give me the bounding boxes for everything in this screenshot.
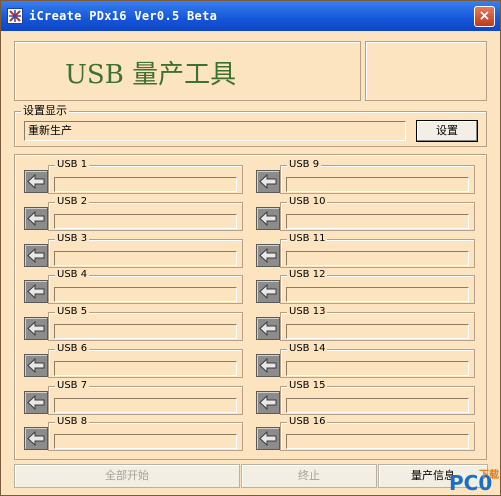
port-status-field xyxy=(286,251,469,266)
usb-port-1: USB 1 xyxy=(15,159,243,194)
usb-port-15: USB 15 xyxy=(247,380,475,415)
left-arrow-icon xyxy=(259,395,277,410)
port-label: USB 12 xyxy=(287,269,328,280)
usb-port-12: USB 12 xyxy=(247,269,475,304)
port-label: USB 8 xyxy=(55,416,90,427)
port-label: USB 7 xyxy=(55,380,90,391)
port-status-field xyxy=(286,361,469,376)
settings-group-label: 设置显示 xyxy=(21,104,69,117)
port-label: USB 15 xyxy=(287,380,328,391)
port-label: USB 16 xyxy=(287,416,328,427)
left-arrow-icon xyxy=(259,431,277,446)
port-status-field xyxy=(286,398,469,413)
port-arrow-button[interactable] xyxy=(256,244,280,267)
port-status-field xyxy=(54,214,237,229)
settings-display-field[interactable]: 重新生产 xyxy=(24,121,406,141)
port-label: USB 2 xyxy=(55,196,90,207)
port-arrow-button[interactable] xyxy=(24,391,48,414)
port-arrow-button[interactable] xyxy=(256,317,280,340)
port-arrow-button[interactable] xyxy=(256,391,280,414)
port-arrow-button[interactable] xyxy=(256,207,280,230)
title-bar[interactable]: iCreate PDx16 Ver0.5 Beta × xyxy=(1,1,500,31)
main-window: iCreate PDx16 Ver0.5 Beta × USB 量产工具 设置显… xyxy=(0,0,501,496)
port-arrow-button[interactable] xyxy=(256,280,280,303)
port-arrow-button[interactable] xyxy=(256,427,280,450)
port-arrow-button[interactable] xyxy=(24,427,48,450)
usb-port-16: USB 16 xyxy=(247,416,475,451)
left-arrow-icon xyxy=(27,284,45,299)
usb-port-11: USB 11 xyxy=(247,233,475,268)
stop-button[interactable]: 终止 xyxy=(241,464,377,488)
port-label: USB 3 xyxy=(55,233,90,244)
usb-port-13: USB 13 xyxy=(247,306,475,341)
banner-title: USB 量产工具 xyxy=(65,60,237,90)
port-status-field xyxy=(54,251,237,266)
left-arrow-icon xyxy=(27,211,45,226)
left-arrow-icon xyxy=(259,321,277,336)
usb-port-3: USB 3 xyxy=(15,233,243,268)
left-arrow-icon xyxy=(259,211,277,226)
left-arrow-icon xyxy=(27,321,45,336)
left-arrow-icon xyxy=(27,248,45,263)
left-arrow-icon xyxy=(27,174,45,189)
port-status-field xyxy=(54,434,237,449)
left-arrow-icon xyxy=(27,431,45,446)
port-arrow-button[interactable] xyxy=(24,280,48,303)
left-arrow-icon xyxy=(259,284,277,299)
port-status-field xyxy=(54,324,237,339)
usb-port-2: USB 2 xyxy=(15,196,243,231)
port-arrow-button[interactable] xyxy=(24,317,48,340)
port-label: USB 6 xyxy=(55,343,90,354)
left-arrow-icon xyxy=(27,358,45,373)
settings-group: 设置显示 重新生产 设置 xyxy=(14,105,487,147)
banner-panel: USB 量产工具 xyxy=(14,41,361,101)
app-icon[interactable] xyxy=(7,8,23,24)
port-status-field xyxy=(286,214,469,229)
port-status-field xyxy=(54,361,237,376)
port-label: USB 1 xyxy=(55,159,90,170)
usb-port-10: USB 10 xyxy=(247,196,475,231)
usb-port-9: USB 9 xyxy=(247,159,475,194)
port-status-field xyxy=(54,398,237,413)
banner-side-panel xyxy=(365,41,487,101)
port-status-field xyxy=(286,324,469,339)
port-label: USB 4 xyxy=(55,269,90,280)
settings-button[interactable]: 设置 xyxy=(416,120,478,142)
port-arrow-button[interactable] xyxy=(24,354,48,377)
port-arrow-button[interactable] xyxy=(256,170,280,193)
left-arrow-icon xyxy=(259,358,277,373)
port-status-field xyxy=(286,287,469,302)
port-status-field xyxy=(286,177,469,192)
port-label: USB 10 xyxy=(287,196,328,207)
port-status-field xyxy=(54,287,237,302)
watermark-sub: 下载 xyxy=(479,470,499,481)
usb-ports-panel: USB 1 USB 2 USB 3 USB 4 USB 5 USB 6 USB 7 USB 8… xyxy=(14,154,487,460)
left-arrow-icon xyxy=(27,395,45,410)
port-arrow-button[interactable] xyxy=(24,207,48,230)
left-arrow-icon xyxy=(259,248,277,263)
port-label: USB 11 xyxy=(287,233,328,244)
port-label: USB 5 xyxy=(55,306,90,317)
start-all-button[interactable]: 全部开始 xyxy=(14,464,240,488)
watermark-logo: PC0 下载 xyxy=(449,471,499,495)
port-arrow-button[interactable] xyxy=(256,354,280,377)
close-button[interactable]: × xyxy=(474,6,495,27)
window-title: iCreate PDx16 Ver0.5 Beta xyxy=(29,9,218,23)
usb-port-7: USB 7 xyxy=(15,380,243,415)
usb-port-6: USB 6 xyxy=(15,343,243,378)
usb-port-8: USB 8 xyxy=(15,416,243,451)
usb-port-4: USB 4 xyxy=(15,269,243,304)
usb-port-5: USB 5 xyxy=(15,306,243,341)
port-label: USB 14 xyxy=(287,343,328,354)
port-label: USB 9 xyxy=(287,159,322,170)
port-label: USB 13 xyxy=(287,306,328,317)
port-status-field xyxy=(286,434,469,449)
port-arrow-button[interactable] xyxy=(24,170,48,193)
port-status-field xyxy=(54,177,237,192)
left-arrow-icon xyxy=(259,174,277,189)
usb-port-14: USB 14 xyxy=(247,343,475,378)
port-arrow-button[interactable] xyxy=(24,244,48,267)
